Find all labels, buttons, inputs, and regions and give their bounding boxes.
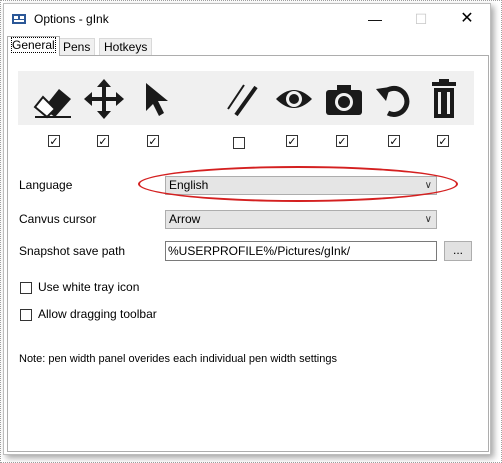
pointer-icon (146, 83, 168, 116)
white-tray-label: Use white tray icon (38, 280, 140, 294)
pen-width-icon (227, 84, 258, 117)
tab-strip: General Pens Hotkeys (4, 36, 490, 56)
minimize-button[interactable]: — (352, 4, 398, 34)
cursor-value: Arrow (169, 212, 201, 226)
cursor-label: Canvus cursor (19, 212, 97, 226)
general-panel: ✓ ✓ ✓ ✓ ✓ ✓ ✓ Language English ∨ Canvus … (7, 55, 489, 452)
maximize-button[interactable]: ☐ (398, 4, 444, 34)
tab-hotkeys-label: Hotkeys (104, 40, 148, 54)
undo-checkbox[interactable]: ✓ (388, 135, 400, 148)
snapshot-checkbox[interactable]: ✓ (336, 135, 348, 148)
snapshot-path-input[interactable]: %USERPROFILE%/Pictures/gInk/ (165, 241, 437, 261)
eye-icon (276, 90, 312, 108)
window-title: Options - gInk (34, 12, 109, 26)
toolbar-preview (18, 71, 474, 125)
tab-pens-label: Pens (63, 40, 91, 54)
options-window: Options - gInk — ☐ ✕ General Pens Hotkey… (3, 3, 491, 455)
browse-button[interactable]: ... (444, 241, 472, 261)
title-bar: Options - gInk — ☐ ✕ (4, 4, 490, 34)
trash-icon (432, 79, 456, 118)
camera-icon (326, 85, 362, 115)
highlight-ellipse (138, 166, 458, 202)
drag-toolbar-checkbox[interactable] (20, 309, 32, 321)
move-checkbox[interactable]: ✓ (97, 135, 109, 148)
tab-general-label: General (11, 37, 56, 53)
chevron-down-icon: ∨ (424, 214, 432, 225)
clear-checkbox[interactable]: ✓ (437, 135, 449, 148)
eraser-icon (33, 89, 71, 119)
drag-toolbar-label: Allow dragging toolbar (38, 307, 157, 321)
snapshot-label: Snapshot save path (19, 244, 126, 258)
app-icon (12, 14, 26, 24)
pointer-checkbox[interactable]: ✓ (147, 135, 159, 148)
note-text: Note: pen width panel overides each indi… (19, 353, 337, 365)
eraser-checkbox[interactable]: ✓ (48, 135, 60, 148)
cursor-select[interactable]: Arrow ∨ (165, 210, 437, 229)
move-icon (84, 79, 124, 119)
tab-pens[interactable]: Pens (58, 38, 96, 55)
language-label: Language (19, 178, 73, 192)
pen-width-checkbox[interactable] (233, 137, 245, 149)
white-tray-checkbox[interactable] (20, 282, 32, 294)
undo-icon (376, 85, 410, 117)
tab-general[interactable]: General (7, 36, 60, 56)
tab-hotkeys[interactable]: Hotkeys (99, 38, 153, 55)
close-button[interactable]: ✕ (444, 4, 490, 34)
eye-checkbox[interactable]: ✓ (286, 135, 298, 148)
